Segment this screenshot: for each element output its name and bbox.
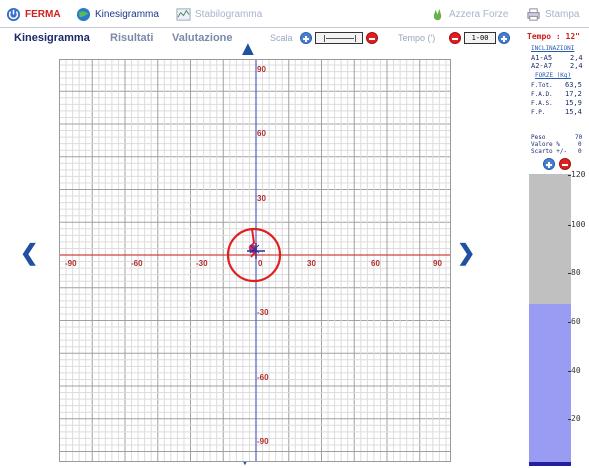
a2a7-value: 2,4: [570, 62, 583, 70]
y-tick-label: -90: [257, 437, 269, 446]
tab-risultati[interactable]: Risultati: [110, 32, 153, 44]
bar-tick-label: 60: [568, 317, 581, 326]
stabilogramma-button[interactable]: Stabilogramma: [176, 5, 262, 23]
valore-label: Valore %: [531, 141, 560, 148]
x-tick-label: -30: [196, 259, 208, 268]
fad-label: F.A.D.: [531, 91, 553, 98]
x-tick-label: 90: [433, 259, 442, 268]
plot-grid: [60, 60, 450, 461]
right-arrow-icon[interactable]: ❯: [457, 240, 475, 266]
stampa-button[interactable]: Stampa: [526, 5, 579, 23]
ferma-button[interactable]: FERMA: [6, 5, 61, 23]
bar-tick-label: 20: [568, 414, 581, 423]
power-icon: [6, 7, 21, 21]
x-tick-label: 30: [307, 259, 316, 268]
scarto-value: 0: [578, 148, 582, 155]
tab-kinesigramma[interactable]: Kinesigramma: [14, 32, 90, 44]
scala-label: Scala: [270, 33, 293, 43]
tab-valutazione[interactable]: Valutazione: [172, 32, 233, 44]
tempo-label: Tempo ('): [398, 33, 436, 43]
app-window: FERMA Kinesigramma Stabilogramma Azzera …: [0, 0, 589, 468]
y-tick-label: 90: [257, 65, 266, 74]
fad-value: 17,2: [565, 90, 582, 98]
peso-label: Peso: [531, 134, 546, 141]
stampa-label: Stampa: [545, 8, 580, 20]
a2a7-label: A2-A7: [531, 62, 553, 70]
chart-icon: [176, 7, 191, 21]
kinesigram-plot: -90 -60 -30 0 30 60 90 90 60 30 -30 -60 …: [59, 59, 451, 462]
hand-icon: [433, 8, 442, 20]
force-bar-base: [529, 462, 571, 466]
fp-label: F.P.: [531, 109, 546, 116]
ftot-label: F.Tot.: [531, 82, 553, 89]
tempo-decrease-button[interactable]: [449, 32, 461, 44]
ferma-label: FERMA: [25, 8, 61, 20]
stabilogramma-label: Stabilogramma: [195, 8, 263, 20]
globe-icon: [76, 7, 91, 21]
bar-tick-label: 40: [568, 366, 581, 375]
inclinazioni-title: INCLINAZIONI: [531, 45, 575, 52]
scala-increase-button[interactable]: [300, 32, 312, 44]
bar-tick-label: 100: [567, 220, 586, 229]
x-tick-label: 0: [258, 259, 263, 268]
valore-value: 0: [578, 141, 582, 148]
y-tick-label: -60: [257, 373, 269, 382]
tempo-field[interactable]: 1-00: [464, 32, 496, 44]
scala-decrease-button[interactable]: [366, 32, 378, 44]
y-tick-label: 30: [257, 194, 266, 203]
scala-slider[interactable]: [315, 32, 363, 44]
kinesigramma-label: Kinesigramma: [95, 8, 159, 20]
peso-increase-button[interactable]: [543, 158, 555, 170]
peso-value: 70: [575, 134, 583, 141]
kinesigramma-button[interactable]: Kinesigramma: [76, 5, 159, 23]
x-tick-label: -60: [131, 259, 143, 268]
tempo-increase-button[interactable]: [498, 32, 510, 44]
y-tick-label: 60: [257, 129, 266, 138]
ftot-value: 63,5: [565, 81, 582, 89]
fas-label: F.A.S.: [531, 100, 553, 107]
x-tick-label: -90: [65, 259, 77, 268]
force-bar-fill: [529, 303, 571, 462]
peso-decrease-button[interactable]: [559, 158, 571, 170]
forze-title: FORZE (Kg): [535, 72, 572, 79]
printer-icon: [527, 7, 540, 21]
scarto-label: Scarto +/-: [531, 148, 568, 155]
toolbar: FERMA Kinesigramma Stabilogramma Azzera …: [0, 0, 589, 28]
a1a5-label: A1-A5: [531, 54, 553, 62]
up-arrow-icon[interactable]: ▲: [238, 38, 258, 61]
bar-tick-label: 80: [568, 268, 581, 277]
a1a5-value: 2,4: [570, 54, 583, 62]
y-tick-label: -30: [257, 308, 269, 317]
fp-value: 15,4: [565, 108, 582, 116]
azzera-forze-label: Azzera Forze: [449, 8, 509, 20]
azzera-forze-button[interactable]: Azzera Forze: [430, 5, 508, 23]
bar-tick-label: 120: [567, 170, 586, 179]
tempo-readout: Tempo : 12": [527, 32, 580, 41]
fas-value: 15,9: [565, 99, 582, 107]
x-tick-label: 60: [371, 259, 380, 268]
left-arrow-icon[interactable]: ❮: [20, 240, 38, 266]
